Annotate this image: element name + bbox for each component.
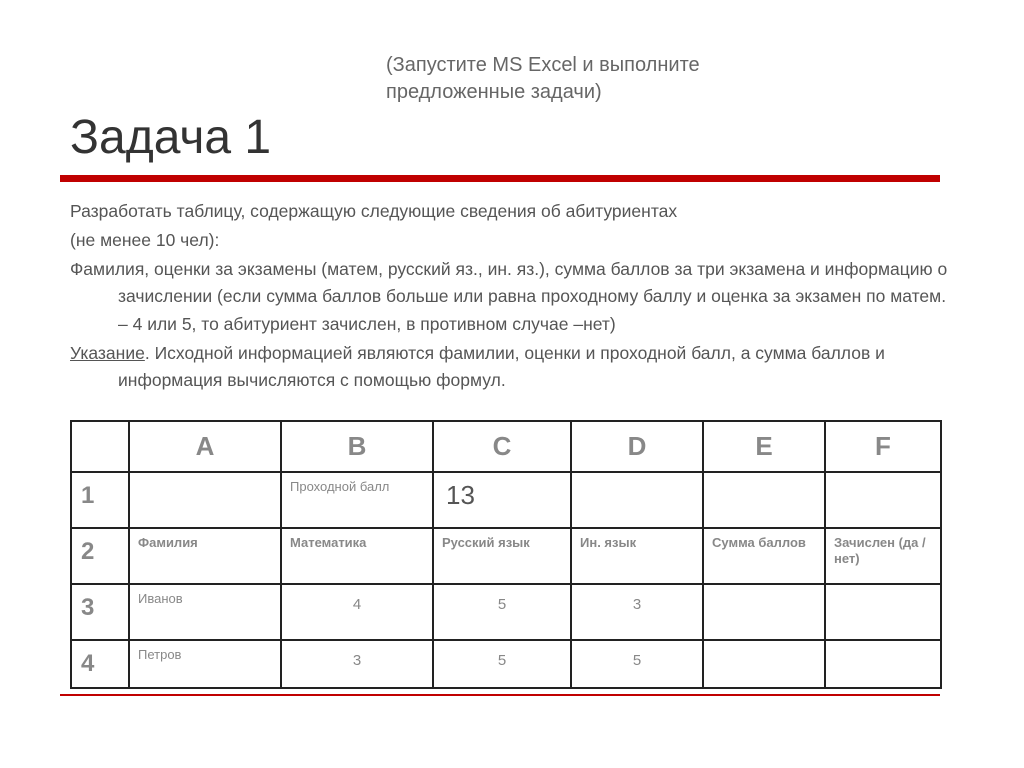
cell-B1: Проходной балл <box>281 472 433 528</box>
cell-E2: Сумма баллов <box>703 528 825 584</box>
table-row: 4 Петров 3 5 5 <box>71 640 941 688</box>
cell-F1 <box>825 472 941 528</box>
col-E: E <box>703 421 825 472</box>
cell-D2: Ин. язык <box>571 528 703 584</box>
col-A: A <box>129 421 281 472</box>
subtitle-line-1: (Запустите MS Excel и выполните <box>386 54 700 76</box>
col-D: D <box>571 421 703 472</box>
cell-A4: Петров <box>129 640 281 688</box>
paragraph-3: Фамилия, оценки за экзамены (матем, русс… <box>70 256 950 337</box>
cell-C2: Русский язык <box>433 528 571 584</box>
hint-label: Указание <box>70 343 145 363</box>
hint-text: . Исходной информацией являются фамилии,… <box>118 343 885 390</box>
spreadsheet-table: A B C D E F 1 Проходной балл 13 2 Фамили… <box>70 420 942 689</box>
slide-title: Задача 1 <box>70 110 271 165</box>
paragraph-1: Разработать таблицу, содержащую следующи… <box>70 198 950 225</box>
cell-A2: Фамилия <box>129 528 281 584</box>
cell-D4: 5 <box>571 640 703 688</box>
row-1-head: 1 <box>71 472 129 528</box>
cell-F4 <box>825 640 941 688</box>
cell-C4: 5 <box>433 640 571 688</box>
cell-A1 <box>129 472 281 528</box>
col-B: B <box>281 421 433 472</box>
paragraph-4: Указание. Исходной информацией являются … <box>70 340 950 394</box>
paragraph-2: (не менее 10 чел): <box>70 227 950 254</box>
cell-C3: 5 <box>433 584 571 640</box>
cell-D3: 3 <box>571 584 703 640</box>
body-text: Разработать таблицу, содержащую следующи… <box>70 198 950 396</box>
cell-D1 <box>571 472 703 528</box>
table-row: 1 Проходной балл 13 <box>71 472 941 528</box>
cell-E1 <box>703 472 825 528</box>
cell-E4 <box>703 640 825 688</box>
row-2-head: 2 <box>71 528 129 584</box>
row-4-head: 4 <box>71 640 129 688</box>
column-header-row: A B C D E F <box>71 421 941 472</box>
cell-A3: Иванов <box>129 584 281 640</box>
table-row: 2 Фамилия Математика Русский язык Ин. яз… <box>71 528 941 584</box>
cell-B4: 3 <box>281 640 433 688</box>
col-F: F <box>825 421 941 472</box>
cell-E3 <box>703 584 825 640</box>
cell-B2: Математика <box>281 528 433 584</box>
cell-F2: Зачислен (да /нет) <box>825 528 941 584</box>
bottom-divider <box>60 694 940 696</box>
subtitle-line-2: предложенные задачи) <box>386 81 602 103</box>
corner-cell <box>71 421 129 472</box>
slide-subtitle: (Запустите MS Excel и выполните предложе… <box>386 52 700 106</box>
title-underline <box>60 175 940 182</box>
cell-B3: 4 <box>281 584 433 640</box>
row-3-head: 3 <box>71 584 129 640</box>
table-row: 3 Иванов 4 5 3 <box>71 584 941 640</box>
cell-F3 <box>825 584 941 640</box>
cell-C1: 13 <box>433 472 571 528</box>
col-C: C <box>433 421 571 472</box>
